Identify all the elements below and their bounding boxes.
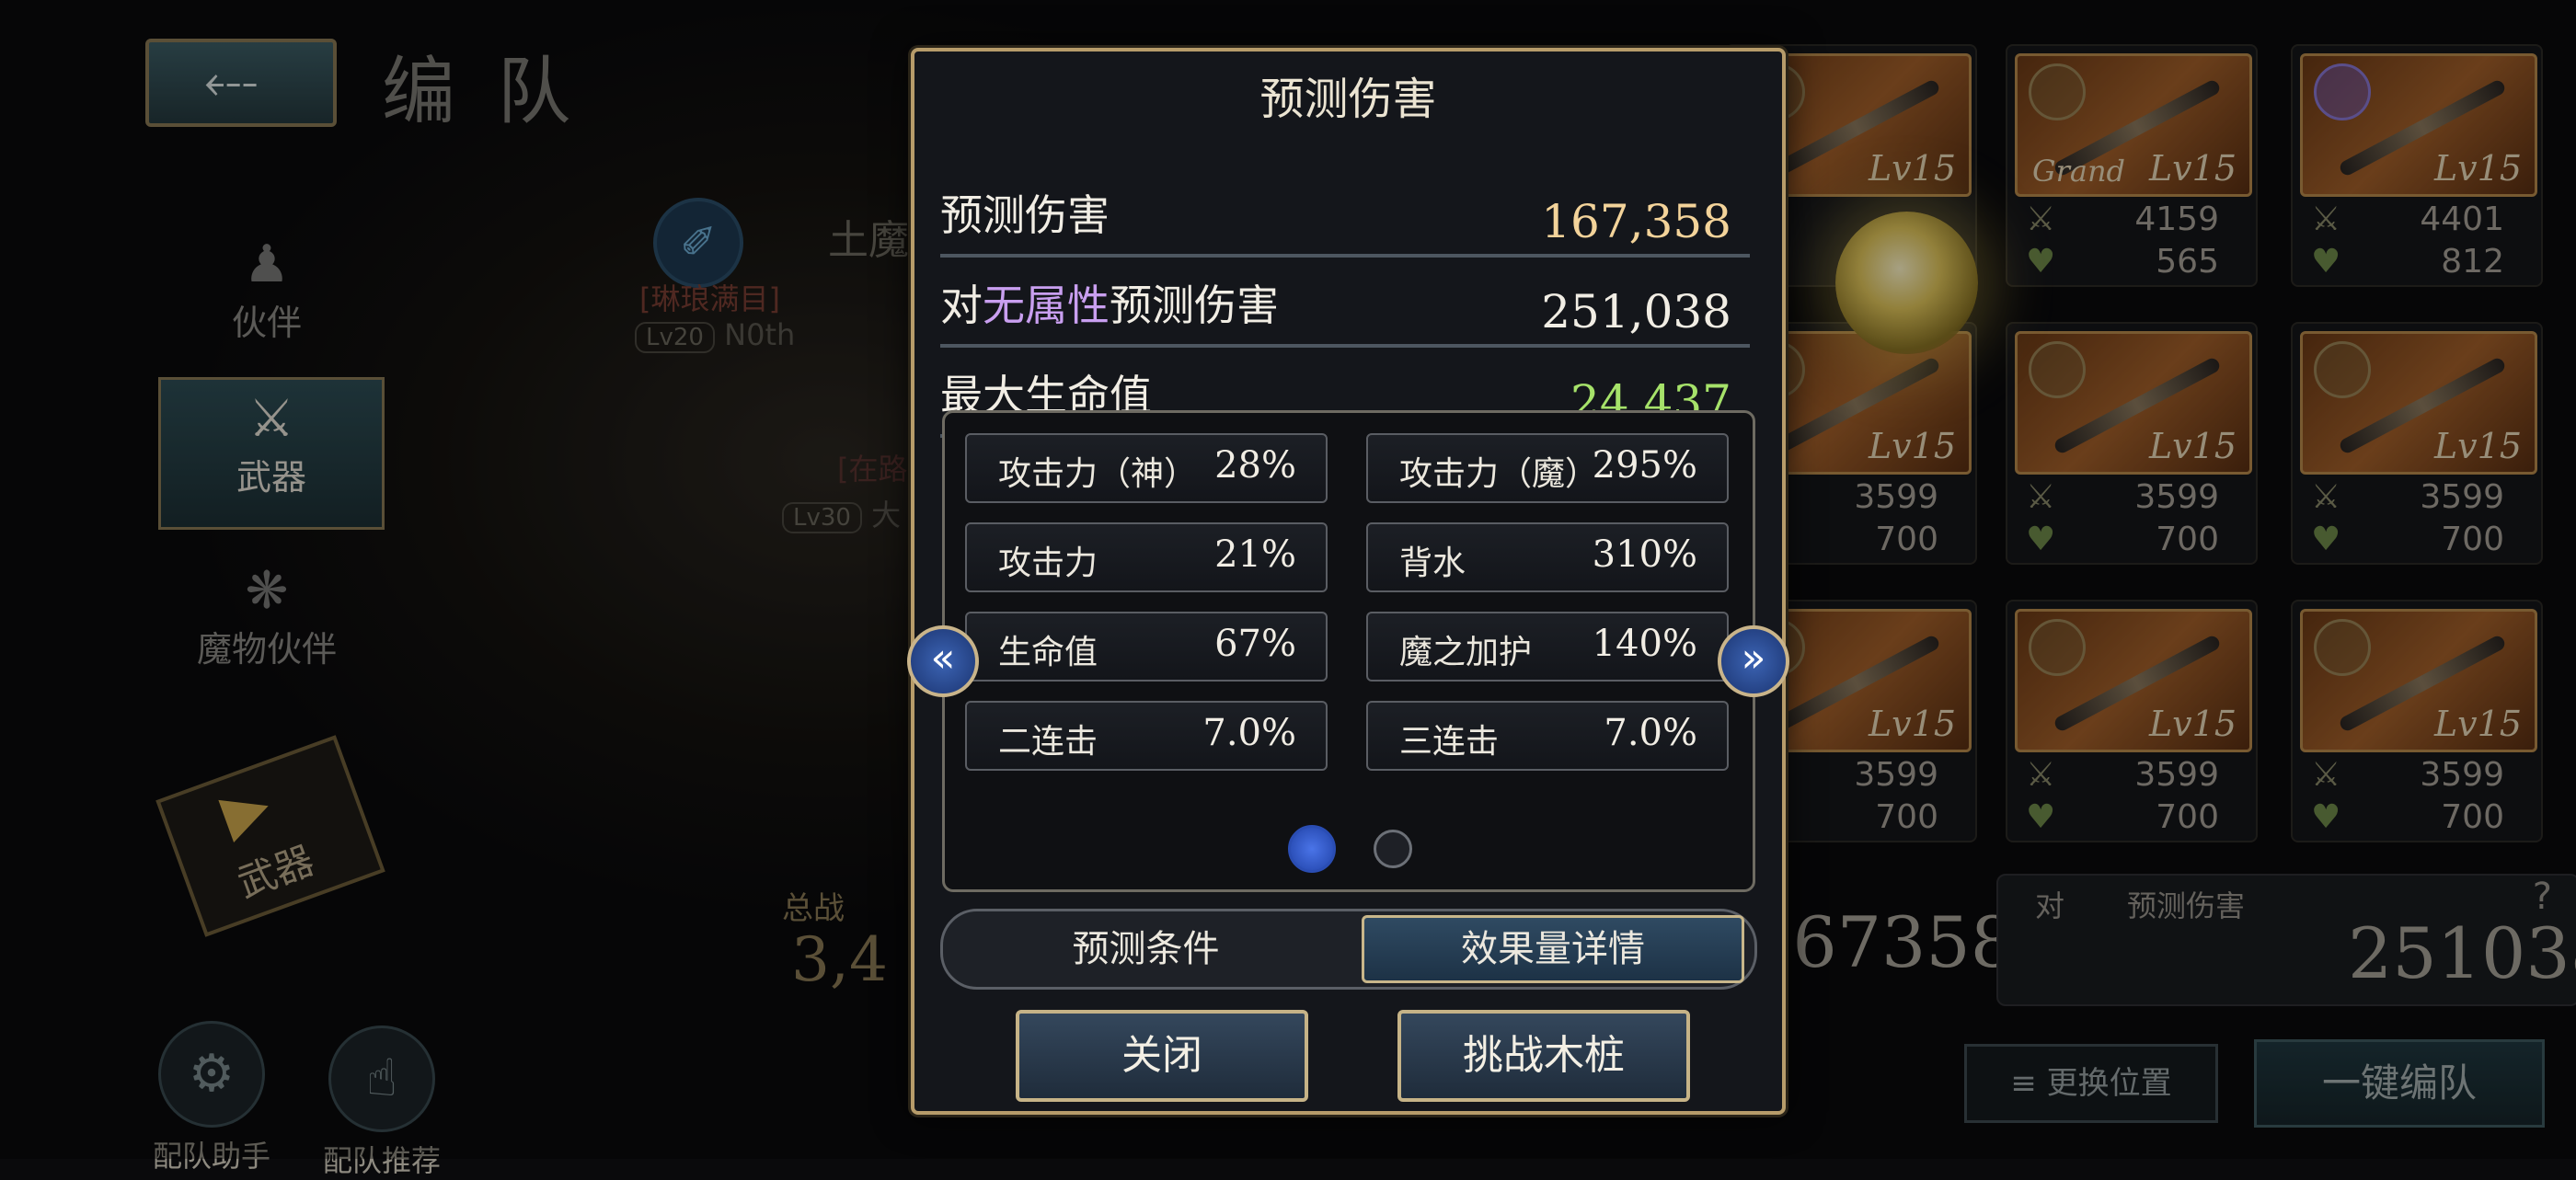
stat-item: 三连击 7.0% — [1366, 701, 1729, 771]
stat-label: 攻击力（魔） — [1399, 455, 1599, 493]
stat-label: 二连击 — [998, 723, 1098, 761]
stat-value: 28% — [1214, 444, 1296, 487]
tab-prediction-conditions[interactable]: 预测条件 — [943, 911, 1349, 987]
stat-label: 三连击 — [1399, 723, 1500, 761]
double-chevron-right-icon: » — [1741, 635, 1766, 682]
stat-item: 攻击力（魔） 295% — [1366, 433, 1729, 503]
modal-title: 预测伤害 — [1259, 74, 1437, 125]
predicted-damage-label: 预测伤害 — [940, 190, 1110, 240]
stat-item: 攻击力（神） 28% — [965, 433, 1328, 503]
page-indicator[interactable] — [1374, 830, 1412, 868]
damage-prediction-modal: 预测伤害 预测伤害 167,358 对无属性预测伤害 251,038 最大生命值… — [907, 48, 1789, 1115]
stat-label: 攻击力 — [998, 544, 1098, 582]
stat-label: 魔之加护 — [1399, 634, 1533, 671]
stat-value: 7.0% — [1202, 712, 1296, 754]
element-damage-prefix: 对 — [940, 281, 983, 330]
prev-page-button[interactable]: « — [907, 625, 979, 697]
stat-value: 7.0% — [1604, 712, 1697, 754]
stat-value: 295% — [1592, 444, 1697, 487]
next-page-button[interactable]: » — [1718, 625, 1789, 697]
stat-value: 310% — [1592, 533, 1697, 576]
element-damage-suffix: 预测伤害 — [1110, 281, 1279, 330]
double-chevron-left-icon: « — [930, 635, 956, 682]
stat-label: 攻击力（神） — [998, 455, 1198, 493]
predicted-damage-value: 167,358 — [1541, 195, 1731, 248]
stat-item: 攻击力 21% — [965, 522, 1328, 592]
close-button[interactable]: 关闭 — [1016, 1010, 1308, 1102]
stat-item: 魔之加护 140% — [1366, 612, 1729, 682]
element-name: 无属性 — [983, 281, 1110, 330]
stat-label: 生命值 — [998, 634, 1098, 671]
stat-value: 67% — [1214, 623, 1296, 665]
stat-item: 二连击 7.0% — [965, 701, 1328, 771]
page-indicator-active[interactable] — [1288, 825, 1336, 873]
stat-label: 背水 — [1399, 544, 1466, 582]
element-damage-label: 对无属性预测伤害 — [940, 272, 1279, 333]
stat-value: 140% — [1592, 623, 1697, 665]
element-damage-row: 对无属性预测伤害 251,038 — [940, 261, 1750, 348]
challenge-dummy-button[interactable]: 挑战木桩 — [1397, 1010, 1690, 1102]
element-damage-value: 251,038 — [1541, 285, 1731, 338]
modal-tabs: 预测条件 效果量详情 — [940, 909, 1757, 990]
tab-effect-details[interactable]: 效果量详情 — [1362, 915, 1744, 983]
stat-item: 背水 310% — [1366, 522, 1729, 592]
stat-item: 生命值 67% — [965, 612, 1328, 682]
stats-panel: 攻击力（神） 28% 攻击力（魔） 295% 攻击力 21% 背水 310% 生命值 67% 魔之加… — [942, 410, 1755, 892]
predicted-damage-row: 预测伤害 167,358 — [940, 171, 1750, 258]
stat-value: 21% — [1214, 533, 1296, 576]
